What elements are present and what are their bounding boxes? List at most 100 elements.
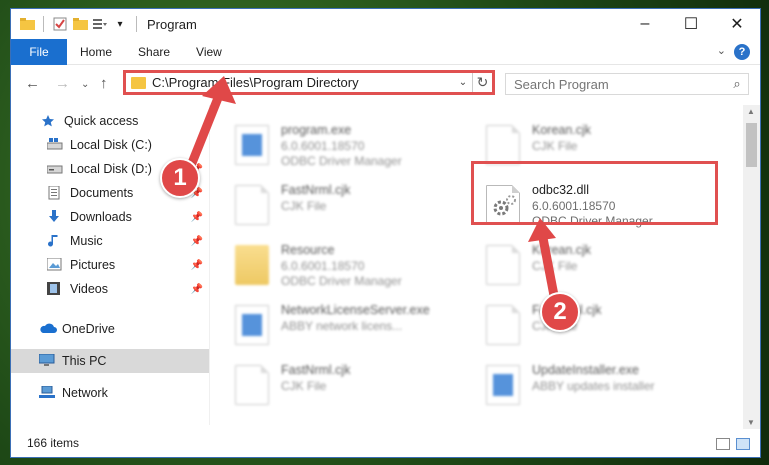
file-item[interactable]: FastNrml.cjk CJK File [211,177,441,231]
file-name: NetworkLicenseServer.exe [281,303,430,317]
pin-icon[interactable]: 📌 [191,212,203,223]
computer-icon [38,353,55,368]
tab-file[interactable]: File [11,38,67,65]
pin-icon[interactable]: 📌 [191,260,203,271]
search-box[interactable]: ⌕ [505,73,749,95]
file-description: ABBY network licens... [281,319,403,333]
file-item[interactable]: Korean.cjk CJK File [462,237,692,291]
close-button[interactable]: ✕ [714,9,760,39]
sidebar-item-quick-access[interactable]: Quick access [11,109,209,133]
file-description: ODBC Driver Manager [281,154,402,168]
drive-icon [46,162,63,176]
file-icon [235,365,269,405]
file-list: program.exe 6.0.6001.18570 ODBC Driver M… [211,105,744,425]
callout-badge-1: 1 [160,158,200,198]
status-bar: 166 items [11,429,760,457]
file-name: Resource [281,243,335,257]
pictures-icon [46,257,63,272]
file-version: 6.0.6001.18570 [281,139,365,153]
minimize-button[interactable]: – [622,9,668,39]
navigation-pane: Quick access Local Disk (C:) Local Disk … [11,105,209,425]
music-icon [47,234,63,248]
expand-ribbon-icon[interactable]: ⌄ [717,44,726,57]
file-name: FastNrml.cjk [281,363,351,377]
vertical-scrollbar[interactable]: ▲ ▼ [743,105,760,429]
scrollbar-thumb[interactable] [746,123,757,167]
customize-toolbar-icon[interactable] [92,16,108,32]
sidebar-item-onedrive[interactable]: OneDrive [11,317,209,341]
large-icons-view-icon[interactable] [736,438,750,450]
download-icon [47,210,63,224]
file-type: CJK File [281,379,327,393]
refresh-button[interactable]: ↻ [472,73,492,92]
new-folder-icon[interactable] [72,16,88,32]
scroll-down-icon[interactable]: ▼ [747,418,755,427]
view-switcher [716,438,750,450]
sidebar-item-label: Network [62,386,108,400]
sidebar-item-downloads[interactable]: Downloads 📌 [11,205,209,229]
tab-view[interactable]: View [183,39,235,65]
search-input[interactable] [514,76,726,92]
sidebar-item-music[interactable]: Music 📌 [11,229,209,253]
sidebar-item-label: Local Disk (C:) [70,138,152,152]
pin-icon[interactable]: 📌 [191,236,203,247]
drive-icon [46,138,63,152]
address-bar[interactable]: C:\Program Files\Program Directory ⌄ ↻ [123,70,495,95]
scroll-up-icon[interactable]: ▲ [747,107,755,116]
search-icon[interactable]: ⌕ [726,76,748,92]
sidebar-item-label: Downloads [70,210,132,224]
toolbar-divider [136,16,137,32]
sidebar-item-label: Pictures [70,258,116,272]
pin-icon[interactable]: 📌 [191,284,203,295]
explorer-window: ▾ Program – ☐ ✕ File Home Share View ⌄ ?… [10,8,761,458]
sidebar-item-network[interactable]: Network [11,381,209,405]
file-type: CJK File [532,139,578,153]
maximize-button[interactable]: ☐ [668,9,714,39]
file-item[interactable]: NetworkLicenseServer.exe ABBY network li… [211,297,441,351]
toolbar-dropdown-icon[interactable]: ▾ [112,16,128,32]
sidebar-item-label: Quick access [64,114,139,128]
file-name: Korean.cjk [532,123,592,137]
folder-icon[interactable] [19,16,35,32]
file-name: program.exe [281,123,352,137]
sidebar-item-pictures[interactable]: Pictures 📌 [11,253,209,277]
properties-icon[interactable] [52,16,68,32]
pane-divider [209,105,210,425]
forward-button[interactable]: → [55,75,70,92]
highlight-box [471,161,718,225]
details-view-icon[interactable] [716,438,730,450]
window-controls: – ☐ ✕ [622,9,760,39]
sidebar-item-label: Music [70,234,103,248]
sidebar-item-label: Documents [70,186,134,200]
file-name: Korean.cjk [532,243,592,257]
sidebar-item-videos[interactable]: Videos 📌 [11,277,209,301]
file-type: CJK File [532,259,578,273]
recent-locations-button[interactable]: ⌄ [81,79,89,90]
network-icon [39,385,55,400]
file-item[interactable]: FastNrml.cjk CJK File [211,357,441,411]
cloud-icon [39,322,57,336]
sidebar-item-local-disk-c[interactable]: Local Disk (C:) [11,133,209,157]
file-item[interactable]: Resource 6.0.6001.18570 ODBC Driver Mana… [211,237,441,291]
quick-access-toolbar: ▾ [11,16,141,32]
address-dropdown-icon[interactable]: ⌄ [454,77,472,88]
tab-home[interactable]: Home [67,39,125,65]
sidebar-item-label: Local Disk (D:) [70,162,152,176]
file-item[interactable]: program.exe 6.0.6001.18570 ODBC Driver M… [211,117,441,171]
sidebar-item-this-pc[interactable]: This PC [11,349,209,373]
sidebar-item-label: OneDrive [62,322,115,336]
up-button[interactable]: ↑ [100,75,108,92]
title-bar: ▾ Program – ☐ ✕ [11,9,760,39]
help-icon[interactable]: ? [734,44,750,60]
file-icon [486,245,520,285]
item-count: 166 items [27,436,80,450]
back-button[interactable]: ← [25,75,40,92]
sidebar-item-label: Videos [70,282,108,296]
address-path[interactable]: C:\Program Files\Program Directory [152,75,454,90]
file-icon [486,305,520,345]
ribbon: File Home Share View ⌄ ? [11,38,760,65]
tab-share[interactable]: Share [125,39,183,65]
documents-icon [47,185,63,200]
callout-badge-2: 2 [540,292,580,332]
file-item[interactable]: UpdateInstaller.exe ABBY updates install… [462,357,692,411]
